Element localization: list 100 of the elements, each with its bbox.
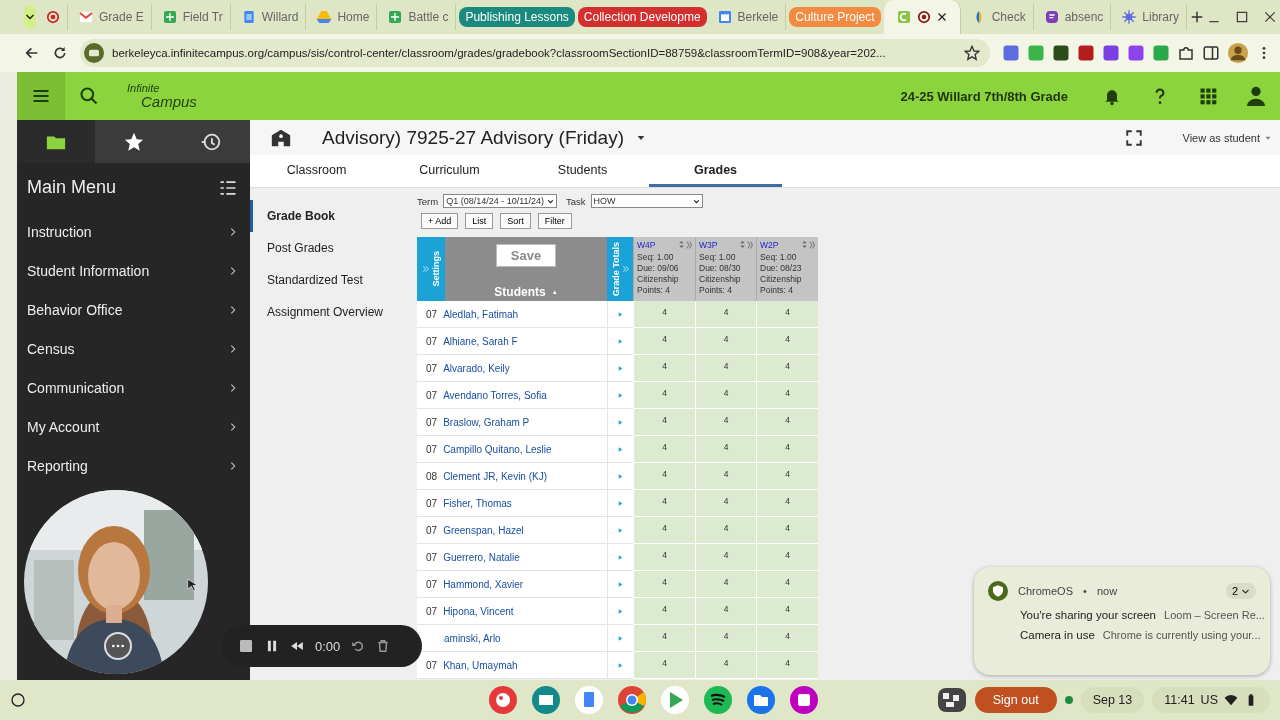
browser-tab[interactable]: Field Tr	[154, 4, 231, 30]
date-tray[interactable]: Sep 13	[1080, 687, 1145, 713]
menu-item[interactable]: Behavior Office	[17, 290, 250, 329]
score-cell[interactable]: 4	[695, 652, 756, 679]
expand-count-button[interactable]: 2	[1225, 583, 1256, 599]
browser-tab[interactable]: Check	[963, 4, 1034, 30]
score-cell[interactable]: 4	[756, 436, 818, 463]
student-name-link[interactable]: Campillo Quitano, Leslie	[443, 443, 552, 455]
score-cell[interactable]: 4	[756, 382, 818, 409]
browser-tab[interactable]: absenc	[1036, 4, 1112, 30]
score-cell[interactable]: 4	[633, 544, 695, 571]
student-name-link[interactable]: Guerrero, Natalie	[443, 551, 520, 563]
score-cell[interactable]: 4	[633, 436, 695, 463]
score-cell[interactable]: 4	[756, 598, 818, 625]
menu-item[interactable]: Census	[17, 329, 250, 368]
score-cell[interactable]: 4	[695, 625, 756, 652]
score-cell[interactable]: 4	[695, 490, 756, 517]
score-cell[interactable]: 4	[756, 409, 818, 436]
student-name-link[interactable]: Alvarado, Keily	[443, 362, 510, 374]
score-cell[interactable]: 4	[756, 355, 818, 382]
tab[interactable]: Grades	[649, 155, 782, 187]
browser-tab[interactable]: Grade E	[71, 4, 152, 30]
assignment-link[interactable]: W4P	[637, 239, 656, 251]
score-cell[interactable]: 4	[756, 571, 818, 598]
score-cell[interactable]: 4	[633, 409, 695, 436]
score-cell[interactable]: 4	[695, 328, 756, 355]
student-name-link[interactable]: Fisher, Thomas	[443, 497, 512, 509]
menu-item[interactable]: Student Information	[17, 251, 250, 290]
tab[interactable]: Students	[516, 155, 649, 187]
student-name-link[interactable]: Aledlah, Fatimah	[443, 308, 519, 320]
score-cell[interactable]: 4	[695, 517, 756, 544]
student-name-link[interactable]: Khan, Umaymah	[443, 659, 518, 671]
assignment-link[interactable]: W3P	[699, 239, 718, 251]
menu-item[interactable]: Instruction	[17, 212, 250, 251]
toolbar-button[interactable]: Filter	[537, 213, 572, 229]
score-cell[interactable]: 4	[695, 382, 756, 409]
score-cell[interactable]: 4	[633, 625, 695, 652]
url-text: berkeleyca.infinitecampus.org/campus/sis/control-center/classroom/grades/gradebook?classroomSectionID=88759&classroomTermID=908&year=202...	[112, 47, 887, 59]
student-name-link[interactable]: aminski, Arlo	[444, 632, 501, 644]
menu-item[interactable]: Reporting	[17, 446, 250, 485]
status-tray[interactable]: 11:41 US	[1152, 687, 1270, 713]
score-cell[interactable]: 4	[633, 382, 695, 409]
menu-item[interactable]: Communication	[17, 368, 250, 407]
score-cell[interactable]: 4	[756, 625, 818, 652]
score-cell[interactable]: 4	[695, 301, 756, 328]
score-cell[interactable]: 4	[695, 598, 756, 625]
student-name-link[interactable]: Alhiane, Sarah F	[443, 335, 518, 347]
score-cell[interactable]: 4	[695, 544, 756, 571]
sign-out-button[interactable]: Sign out	[974, 687, 1057, 713]
score-cell[interactable]: 4	[695, 571, 756, 598]
score-cell[interactable]: 4	[756, 544, 818, 571]
score-cell[interactable]: 4	[756, 652, 818, 679]
assignment-link[interactable]: W2P	[760, 239, 779, 251]
toolbar-button[interactable]: List	[465, 213, 494, 229]
student-name-link[interactable]: Avendano Torres, Sofia	[443, 389, 547, 401]
toolbar-button[interactable]: + Add	[421, 213, 459, 229]
student-name-link[interactable]: Clement JR, Kevin (KJ)	[443, 470, 548, 482]
score-cell[interactable]: 4	[756, 490, 818, 517]
task-select[interactable]: HOW	[590, 194, 703, 208]
student-name-link[interactable]: Braslow, Graham P	[443, 416, 530, 428]
score-cell[interactable]: 4	[633, 301, 695, 328]
browser-tab[interactable]: Library	[1114, 4, 1188, 30]
toolbar-button[interactable]: Sort	[500, 213, 531, 229]
score-cell[interactable]: 4	[695, 436, 756, 463]
score-cell[interactable]: 4	[756, 328, 818, 355]
student-name-link[interactable]: Hammond, Xavier	[443, 578, 524, 590]
address-bar[interactable]: berkeleyca.infinitecampus.org/campus/sis/control-center/classroom/grades/gradebook?classroomSectionID=88759&classroomTermID=908&year=202...	[80, 39, 990, 67]
browser-tab[interactable]: Willard	[233, 4, 307, 30]
student-name-link[interactable]: Greenspan, Hazel	[443, 524, 524, 536]
tab-group-label[interactable]: Publishing Lessons	[459, 7, 575, 27]
grade-level: 07	[426, 443, 438, 455]
score-cell[interactable]: 4	[633, 328, 695, 355]
score-cell[interactable]: 4	[633, 355, 695, 382]
menu-item[interactable]: My Account	[17, 407, 250, 446]
score-cell[interactable]: 4	[633, 598, 695, 625]
tab[interactable]: Curriculum	[383, 155, 516, 187]
subnav-item[interactable]: Grade Book	[250, 200, 410, 232]
view-as-student-dropdown[interactable]: View as student	[1176, 130, 1280, 145]
score-cell[interactable]: 4	[695, 409, 756, 436]
browser-tab[interactable]: Berkele	[709, 4, 787, 30]
save-button[interactable]: Save	[495, 244, 557, 267]
score-cell[interactable]: 4	[695, 463, 756, 490]
student-name-link[interactable]: Hipona, Vincent	[443, 605, 514, 617]
score-cell[interactable]: 4	[633, 652, 695, 679]
score-cell[interactable]: 4	[756, 517, 818, 544]
score-cell[interactable]: 4	[633, 571, 695, 598]
subnav-item[interactable]: Standardized Test	[250, 264, 410, 296]
score-cell[interactable]: 4	[633, 463, 695, 490]
score-cell[interactable]: 4	[756, 301, 818, 328]
browser-tab[interactable]: Home	[309, 4, 378, 30]
score-cell[interactable]: 4	[633, 490, 695, 517]
tab-group-label[interactable]: Collection Developme	[577, 7, 707, 27]
tab[interactable]: Classroom	[250, 155, 383, 187]
term-select[interactable]: Q1 (08/14/24 - 10/11/24)	[443, 194, 558, 208]
score-cell[interactable]: 4	[695, 355, 756, 382]
subnav-item[interactable]: Assignment Overview	[250, 296, 410, 328]
score-cell[interactable]: 4	[756, 463, 818, 490]
subnav-item[interactable]: Post Grades	[250, 232, 410, 264]
browser-tab[interactable]: Battle c	[380, 4, 457, 30]
score-cell[interactable]: 4	[633, 517, 695, 544]
